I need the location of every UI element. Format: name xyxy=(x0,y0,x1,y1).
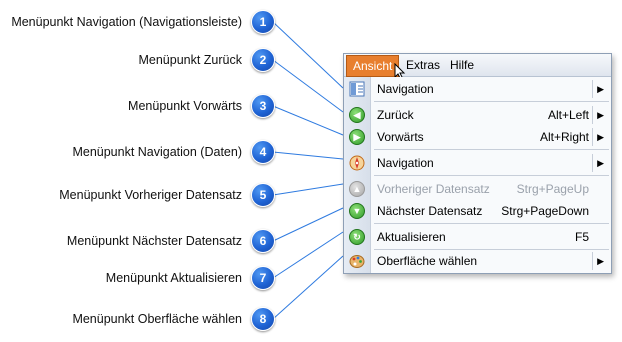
down-arrow-icon: ▼ xyxy=(349,203,365,219)
menu-item-next-record[interactable]: ▼ Nächster Datensatz Strg+PageDown xyxy=(344,199,611,223)
menu-item-navigation-bar[interactable]: Navigation ▶ xyxy=(344,77,611,101)
callout-badge-6: 6 xyxy=(251,229,275,253)
menu-separator xyxy=(374,149,609,150)
submenu-divider xyxy=(592,80,593,98)
callout-badge-1: 1 xyxy=(251,10,275,34)
back-arrow-icon: ◀ xyxy=(349,107,365,123)
menu-item-choose-skin[interactable]: Oberfläche wählen ▶ xyxy=(344,249,611,273)
submenu-divider xyxy=(592,128,593,146)
menu-item-label: Navigation xyxy=(377,82,434,96)
menu-window: Ansicht Extras Hilfe Navigation ▶ ◀ Zurü… xyxy=(343,53,612,274)
submenu-divider xyxy=(592,154,593,172)
menubar-item-ansicht[interactable]: Ansicht xyxy=(346,55,400,77)
callout-badge-7: 7 xyxy=(251,266,275,290)
menu-item-shortcut: Alt+Right xyxy=(539,130,589,144)
callout-badge-3: 3 xyxy=(251,94,275,118)
connector-3 xyxy=(272,105,344,136)
submenu-divider xyxy=(592,252,593,270)
submenu-arrow-icon: ▶ xyxy=(597,256,604,266)
menu-item-shortcut: Strg+PageUp xyxy=(516,182,589,196)
forward-arrow-icon: ▶ xyxy=(349,129,365,145)
connector-6 xyxy=(272,207,344,242)
menu-item-previous-record[interactable]: ▲ Vorheriger Datensatz Strg+PageUp xyxy=(344,177,611,201)
callout-label-4: Menüpunkt Navigation (Daten) xyxy=(72,145,242,159)
menu-item-label: Nächster Datensatz xyxy=(377,204,483,218)
connector-5 xyxy=(272,183,344,196)
callout-label-5: Menüpunkt Vorheriger Datensatz xyxy=(59,188,242,202)
callout-badge-8: 8 xyxy=(251,307,275,331)
menu-item-shortcut: Alt+Left xyxy=(547,108,589,122)
submenu-divider xyxy=(592,106,593,124)
menu-item-label: Oberfläche wählen xyxy=(377,254,478,268)
palette-icon xyxy=(349,255,365,268)
menubar-item-extras[interactable]: Extras xyxy=(400,54,446,76)
callout-label-7: Menüpunkt Aktualisieren xyxy=(105,271,242,285)
view-menu-dropdown: Navigation ▶ ◀ Zurück Alt+Left ▶ ▶ Vorwä… xyxy=(344,77,611,273)
refresh-icon: ↻ xyxy=(349,229,365,245)
callout-badge-2: 2 xyxy=(251,48,275,72)
connector-4 xyxy=(272,151,344,160)
connector-7 xyxy=(272,231,344,279)
callout-label-3: Menüpunkt Vorwärts xyxy=(128,99,242,113)
menu-item-navigation-data[interactable]: Navigation ▶ xyxy=(344,151,611,175)
callout-badge-5: 5 xyxy=(251,183,275,207)
callout-label-2: Menüpunkt Zurück xyxy=(138,53,242,67)
menu-item-label: Vorwärts xyxy=(377,130,424,144)
menu-item-label: Aktualisieren xyxy=(377,230,446,244)
navigation-bar-icon xyxy=(349,81,365,97)
menu-item-shortcut: Strg+PageDown xyxy=(501,204,589,218)
menubar: Ansicht Extras Hilfe xyxy=(344,54,611,81)
menu-item-back[interactable]: ◀ Zurück Alt+Left ▶ xyxy=(344,103,611,127)
menu-separator xyxy=(374,223,609,224)
connector-1 xyxy=(272,21,344,89)
menu-separator xyxy=(374,175,609,176)
submenu-arrow-icon: ▶ xyxy=(597,158,604,168)
menu-item-label: Vorheriger Datensatz xyxy=(377,182,490,196)
menu-item-shortcut: F5 xyxy=(574,230,589,244)
submenu-arrow-icon: ▶ xyxy=(597,110,604,120)
connector-2 xyxy=(272,59,344,113)
menu-item-refresh[interactable]: ↻ Aktualisieren F5 xyxy=(344,225,611,249)
submenu-arrow-icon: ▶ xyxy=(597,132,604,142)
callout-label-6: Menüpunkt Nächster Datensatz xyxy=(66,234,242,248)
menu-item-label: Navigation xyxy=(377,156,434,170)
callout-label-8: Menüpunkt Oberfläche wählen xyxy=(72,312,242,326)
menu-separator xyxy=(374,101,609,102)
submenu-arrow-icon: ▶ xyxy=(597,84,604,94)
callout-label-1: Menüpunkt Navigation (Navigationsleiste) xyxy=(11,15,242,29)
menubar-item-hilfe[interactable]: Hilfe xyxy=(444,54,480,76)
menu-item-forward[interactable]: ▶ Vorwärts Alt+Right ▶ xyxy=(344,125,611,149)
connector-8 xyxy=(272,255,344,320)
callout-badge-4: 4 xyxy=(251,140,275,164)
compass-icon xyxy=(349,155,365,171)
up-arrow-icon: ▲ xyxy=(349,181,365,197)
menu-item-label: Zurück xyxy=(377,108,414,122)
